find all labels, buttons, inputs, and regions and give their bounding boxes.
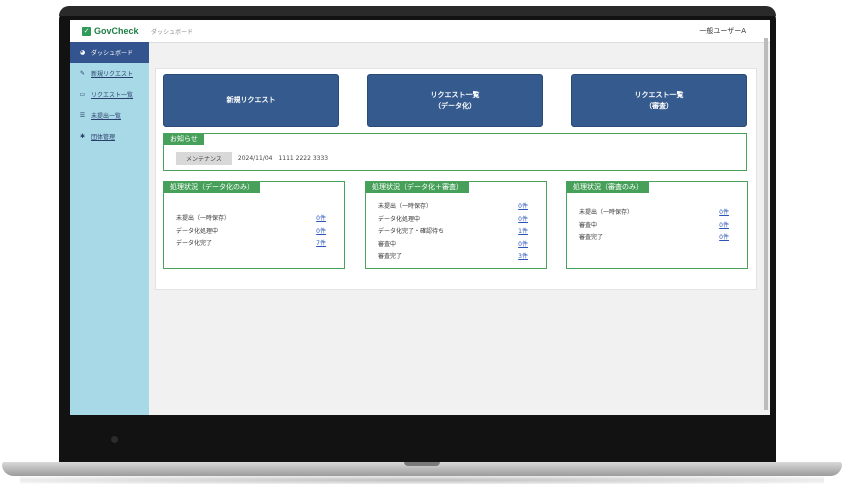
status-row: データ化完了・確認待ち 1件 bbox=[378, 226, 528, 239]
status-label: 審査中 bbox=[378, 240, 397, 248]
status-row: データ化処理中 0件 bbox=[378, 214, 528, 227]
sidebar-item-label: リクエスト一覧 bbox=[91, 92, 134, 99]
status-count-link[interactable]: 0件 bbox=[518, 214, 528, 227]
sidebar-item-organization[interactable]: ✱ 団体管理 bbox=[70, 126, 149, 147]
user-menu[interactable]: 一般ユーザーA bbox=[699, 26, 746, 36]
status-count-link[interactable]: 0件 bbox=[316, 226, 326, 239]
breadcrumb: ダッシュボード bbox=[151, 28, 194, 36]
status-count-link[interactable]: 0件 bbox=[316, 213, 326, 226]
top-bar: ダッシュボード 一般ユーザーA bbox=[149, 20, 770, 43]
dashboard-panel: 新規リクエスト リクエスト一覧 （データ化） リクエスト一覧 （審査） お知らせ… bbox=[155, 68, 757, 290]
status-label: データ化完了・確認待ち bbox=[378, 228, 445, 235]
status-row: 未提出（一時保存） 0件 bbox=[378, 201, 528, 214]
status-row: 未提出（一時保存） 0件 bbox=[176, 213, 326, 226]
new-request-button[interactable]: 新規リクエスト bbox=[163, 74, 339, 127]
sidebar-item-label: 未提出一覧 bbox=[91, 113, 122, 120]
status-row: 未提出（一時保存） 0件 bbox=[579, 207, 729, 220]
notice-section: お知らせ メンテナンス 2024/11/04 1111 2222 3333 bbox=[163, 133, 747, 171]
status-rows: 未提出（一時保存） 0件 審査中 0件 審査完了 0件 bbox=[579, 207, 729, 245]
status-card-data-only: 処理状況（データ化のみ） 未提出（一時保存） 0件 データ化処理中 0件 データ化完… bbox=[163, 181, 345, 269]
status-card-review-only: 処理状況（審査のみ） 未提出（一時保存） 0件 審査中 0件 審査完了 0件 bbox=[566, 181, 748, 269]
sidebar-item-dashboard[interactable]: ◕ ダッシュボード bbox=[70, 42, 149, 63]
status-count-link[interactable]: 0件 bbox=[518, 239, 528, 252]
status-card-title: 処理状況（データ化のみ） bbox=[164, 182, 260, 193]
camera-dot bbox=[111, 436, 118, 443]
notice-item: メンテナンス 2024/11/04 1111 2222 3333 bbox=[176, 152, 328, 165]
status-row: 審査完了 0件 bbox=[579, 232, 729, 245]
status-label: 未提出（一時保存） bbox=[176, 215, 231, 222]
logo-text: GovCheck bbox=[94, 26, 139, 36]
status-rows: 未提出（一時保存） 0件 データ化処理中 0件 データ化完了 7件 bbox=[176, 213, 326, 251]
status-count-link[interactable]: 1件 bbox=[518, 226, 528, 239]
status-label: 未提出（一時保存） bbox=[378, 203, 433, 210]
status-card-title: 処理状況（審査のみ） bbox=[567, 182, 649, 193]
app-screen: ✓ GovCheck ◕ ダッシュボード ✎ 新規リクエスト ▭ リクエスト一覧… bbox=[70, 20, 770, 415]
laptop-base-notch bbox=[404, 462, 440, 466]
notice-title: お知らせ bbox=[164, 134, 204, 145]
status-count-link[interactable]: 3件 bbox=[518, 251, 528, 264]
status-label: 未提出（一時保存） bbox=[579, 209, 634, 216]
status-label: データ化処理中 bbox=[378, 215, 421, 223]
dashboard-icon: ◕ bbox=[79, 49, 86, 56]
gear-icon: ✱ bbox=[79, 133, 86, 140]
list-icon: ▭ bbox=[79, 91, 86, 98]
sidebar-item-new-request[interactable]: ✎ 新規リクエスト bbox=[70, 63, 149, 84]
status-label: 審査完了 bbox=[378, 253, 403, 260]
request-list-review-button[interactable]: リクエスト一覧 （審査） bbox=[571, 74, 747, 127]
notice-date: 2024/11/04 bbox=[237, 155, 273, 162]
app-logo[interactable]: ✓ GovCheck bbox=[70, 20, 149, 42]
sidebar-item-request-list[interactable]: ▭ リクエスト一覧 bbox=[70, 84, 149, 105]
sidebar-item-unsubmitted-list[interactable]: ☰ 未提出一覧 bbox=[70, 105, 149, 126]
status-card-data-and-review: 処理状況（データ化＋審査） 未提出（一時保存） 0件 データ化処理中 0件 データ化… bbox=[365, 181, 547, 269]
notice-text: 1111 2222 3333 bbox=[278, 155, 329, 162]
menu-icon: ☰ bbox=[79, 112, 86, 119]
status-row: 審査中 0件 bbox=[378, 239, 528, 252]
status-count-link[interactable]: 0件 bbox=[719, 232, 729, 245]
status-label: データ化完了 bbox=[176, 240, 213, 247]
status-rows: 未提出（一時保存） 0件 データ化処理中 0件 データ化完了・確認待ち 1件 審査中 0… bbox=[378, 201, 528, 264]
status-row: データ化完了 7件 bbox=[176, 238, 326, 251]
status-card-title: 処理状況（データ化＋審査） bbox=[366, 182, 469, 193]
sidebar-item-label: ダッシュボード bbox=[91, 50, 134, 57]
status-count-link[interactable]: 0件 bbox=[719, 207, 729, 220]
status-label: データ化処理中 bbox=[176, 227, 219, 235]
status-count-link[interactable]: 7件 bbox=[316, 238, 326, 251]
status-row: 審査完了 3件 bbox=[378, 251, 528, 264]
sidebar-item-label: 新規リクエスト bbox=[91, 71, 134, 78]
sidebar: ✓ GovCheck ◕ ダッシュボード ✎ 新規リクエスト ▭ リクエスト一覧… bbox=[70, 20, 149, 415]
main-area: ダッシュボード 一般ユーザーA 新規リクエスト リクエスト一覧 （データ化） リ… bbox=[149, 20, 770, 415]
sidebar-item-label: 団体管理 bbox=[91, 134, 116, 141]
edit-icon: ✎ bbox=[79, 70, 86, 77]
request-list-data-button[interactable]: リクエスト一覧 （データ化） bbox=[367, 74, 543, 127]
status-count-link[interactable]: 0件 bbox=[719, 220, 729, 233]
notice-tag: メンテナンス bbox=[176, 152, 232, 165]
status-count-link[interactable]: 0件 bbox=[518, 201, 528, 214]
laptop-frame-top bbox=[59, 6, 776, 16]
status-label: 審査中 bbox=[579, 221, 598, 229]
status-row: データ化処理中 0件 bbox=[176, 226, 326, 239]
logo-check-icon: ✓ bbox=[82, 26, 91, 36]
laptop-shadow bbox=[20, 476, 824, 484]
vertical-scrollbar[interactable] bbox=[764, 38, 768, 410]
status-row: 審査中 0件 bbox=[579, 220, 729, 233]
status-label: 審査完了 bbox=[579, 234, 604, 241]
